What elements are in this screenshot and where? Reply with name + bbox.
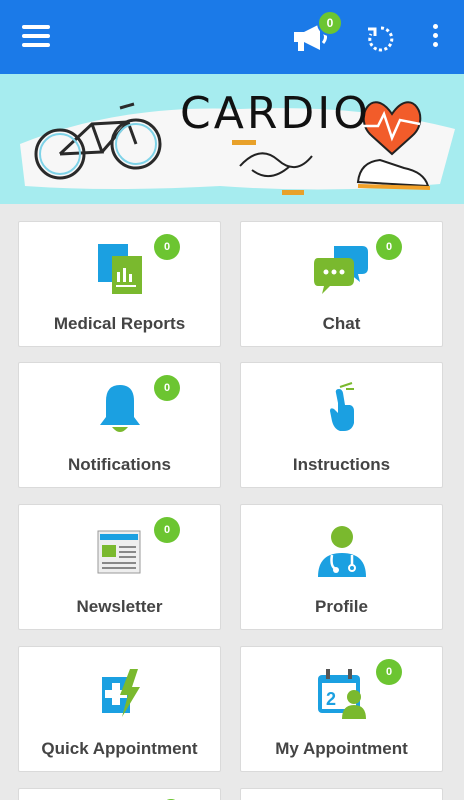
tile-partial-left[interactable] (18, 788, 221, 800)
tile-medical-reports[interactable]: 0 Medical Reports (18, 221, 221, 347)
newsletter-badge: 0 (154, 517, 180, 543)
svg-text:2: 2 (326, 689, 336, 709)
quick-appointment-icon (101, 669, 140, 717)
tile-my-appointment[interactable]: 2 0 My Appointment (240, 646, 443, 772)
refresh-icon[interactable] (366, 24, 396, 54)
calendar-person-icon: 2 (317, 669, 366, 719)
app-bar: 0 (0, 0, 464, 74)
tile-newsletter[interactable]: 0 Newsletter (18, 504, 221, 630)
medical-reports-badge: 0 (154, 234, 180, 260)
tile-profile[interactable]: Profile (240, 504, 443, 630)
my-appointment-label: My Appointment (275, 739, 408, 758)
notifications-badge: 0 (154, 375, 180, 401)
newsletter-icon (97, 530, 140, 574)
medical-reports-icon (97, 244, 142, 294)
cardio-banner: CARDIO (0, 74, 464, 204)
tile-quick-appointment[interactable]: Quick Appointment (18, 646, 221, 772)
doctor-profile-icon (317, 526, 366, 577)
dashboard-grid: 0 Medical Reports 0 Chat 0 Notifications… (0, 204, 464, 800)
tile-notifications[interactable]: 0 Notifications (18, 362, 221, 488)
newsletter-label: Newsletter (76, 597, 163, 616)
medical-reports-label: Medical Reports (53, 314, 186, 333)
chat-label: Chat (322, 314, 361, 333)
quick-appointment-label: Quick Appointment (41, 739, 198, 758)
banner-title: CARDIO (180, 88, 371, 139)
announcements-badge: 0 (317, 10, 343, 36)
tile-instructions[interactable]: Instructions (240, 362, 443, 488)
profile-label: Profile (315, 597, 368, 616)
hamburger-menu-icon[interactable] (22, 25, 50, 49)
my-appointment-badge: 0 (376, 659, 402, 685)
tile-chat[interactable]: 0 Chat (240, 221, 443, 347)
bell-icon (99, 385, 140, 432)
more-vertical-icon[interactable] (428, 24, 442, 52)
tap-hand-icon (329, 382, 354, 431)
chat-badge: 0 (376, 234, 402, 260)
notifications-label: Notifications (68, 455, 171, 474)
instructions-label: Instructions (292, 455, 391, 474)
tile-partial-right[interactable] (240, 788, 443, 800)
chat-icon (313, 246, 368, 294)
